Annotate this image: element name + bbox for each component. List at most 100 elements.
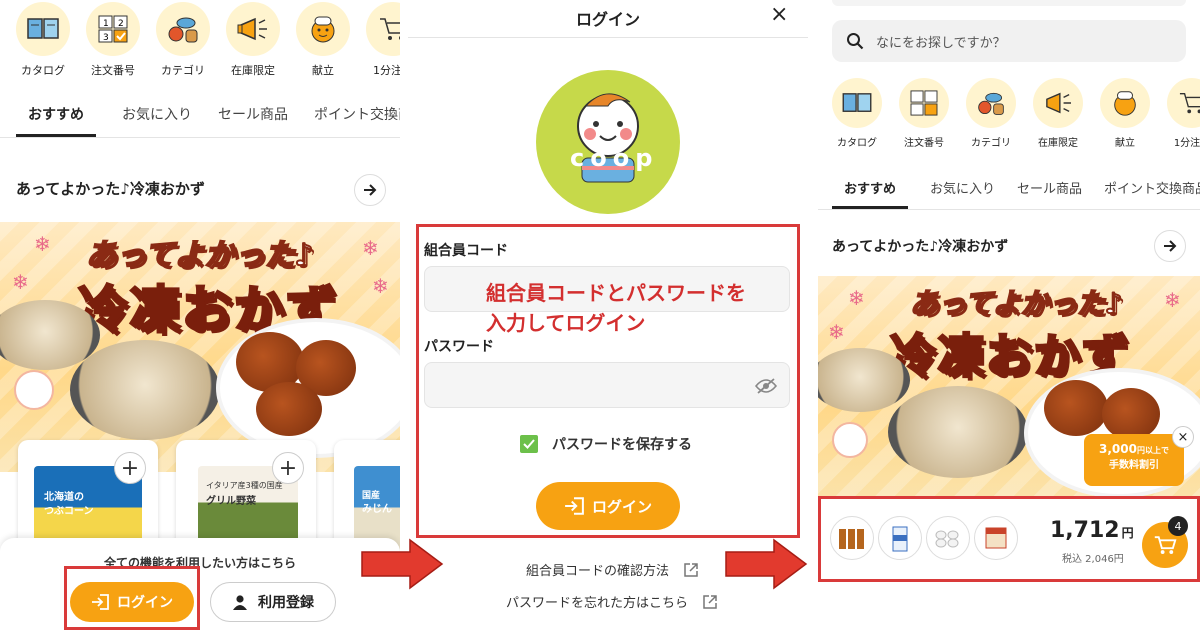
snowflake-icon: ❄ <box>1164 288 1181 312</box>
category-label: 在庫限定 <box>231 64 275 77</box>
section-title: あってよかった♪冷凍おかず <box>832 239 1009 255</box>
logo-text: coop <box>570 144 659 172</box>
red-arrow-icon <box>361 538 444 590</box>
forgot-password-link-text: パスワードを忘れた方はこちら <box>506 596 689 611</box>
search-placeholder: なにをお探しですか？ <box>876 35 1006 51</box>
category-label: 献立 <box>312 64 334 77</box>
tab-recommended[interactable]: おすすめ <box>16 104 96 137</box>
annotation-line: 入力してログイン <box>486 311 646 335</box>
snowflake-icon: ❄ <box>34 232 51 256</box>
tab-favorites[interactable]: お気に入り <box>122 104 192 137</box>
promo-text: 手数料割引 <box>1109 460 1159 471</box>
promo-close-icon[interactable]: × <box>1172 426 1194 448</box>
register-button[interactable]: 利用登録 <box>210 582 336 622</box>
category-catalog[interactable]: カタログ <box>14 2 72 78</box>
order-number-icon: 123 <box>86 2 140 56</box>
section-title: あってよかった♪冷凍おかず <box>16 180 205 198</box>
annotation-text: 組合員コードとパスワードを 入力してログイン <box>486 278 746 338</box>
package-text: グリル野菜 <box>206 496 256 507</box>
svg-text:2: 2 <box>118 19 124 29</box>
tab-points[interactable]: ポイント交換商品 <box>314 104 400 137</box>
tab-bar: おすすめ お気に入り セール商品 ポイント交換商品 <box>818 178 1200 210</box>
confirm-code-link[interactable]: 組合員コードの確認方法 <box>526 560 699 579</box>
add-to-cart-button[interactable]: + <box>272 452 304 484</box>
category-catalog[interactable]: カタログ <box>830 78 884 149</box>
feature-banner[interactable]: ❄ ❄ ❄ ❄ あってよかった♪ 冷凍おかず <box>0 222 400 472</box>
hamburg-steak <box>1102 388 1160 440</box>
category-order-number[interactable]: 123 注文番号 <box>84 2 142 78</box>
promo-unit: 円以上で <box>1136 446 1169 455</box>
arrow-right-icon <box>1164 240 1177 252</box>
password-input[interactable] <box>424 362 790 408</box>
snowflake-icon: ❄ <box>848 286 865 310</box>
noodle-bowl <box>888 386 1028 478</box>
menu-chef-icon <box>1100 78 1150 128</box>
register-button-label: 利用登録 <box>258 595 314 611</box>
tab-points[interactable]: ポイント交換商品 <box>1104 178 1200 209</box>
login-icon <box>565 497 584 515</box>
category-quick-order[interactable]: 1分注文 <box>364 2 400 78</box>
order-number-icon <box>899 78 949 128</box>
search-icon <box>847 33 864 50</box>
tab-favorites[interactable]: お気に入り <box>930 178 995 209</box>
package-text: イタリア産3種の国産 <box>206 481 283 490</box>
user-icon <box>233 595 247 610</box>
home-screen-after-login: なにをお探しですか？ カタログ 注文番号 カテゴリ 在庫限定 献立 1分注 おす… <box>818 0 1200 630</box>
red-arrow-icon <box>725 538 808 590</box>
check-icon <box>523 439 535 449</box>
forgot-password-link[interactable]: パスワードを忘れた方はこちら <box>506 592 718 611</box>
hamburg-steak <box>1044 380 1108 436</box>
home-screen-before-login: カタログ 123 注文番号 カテゴリ 在庫限定 献立 1分注 おすすめ お気に入… <box>0 0 400 630</box>
section-arrow-button[interactable] <box>1154 230 1186 262</box>
search-bar[interactable]: なにをお探しですか？ <box>832 20 1186 62</box>
promo-badge[interactable]: 3,000円以上で 手数料割引 <box>1084 434 1184 486</box>
eye-hidden-icon[interactable] <box>755 378 777 394</box>
quick-cart-icon <box>1167 78 1200 128</box>
tab-sale[interactable]: セール商品 <box>1017 178 1082 209</box>
snowflake-icon: ❄ <box>362 236 379 260</box>
submit-login-label: ログイン <box>591 497 652 516</box>
login-prompt-sheet: 全ての機能を利用したい方はこちら <box>0 538 400 630</box>
category-label: 献立 <box>1115 138 1135 149</box>
category-order-number[interactable]: 注文番号 <box>897 78 951 149</box>
hamburg-steak <box>256 382 322 436</box>
section-arrow-button[interactable] <box>354 174 386 206</box>
annotation-line: 組合員コードとパスワードを <box>486 281 746 305</box>
snowflake-icon: ❄ <box>828 320 845 344</box>
tab-sale[interactable]: セール商品 <box>218 104 288 137</box>
member-code-label: 組合員コード <box>424 243 508 259</box>
category-menu[interactable]: 献立 <box>294 2 352 78</box>
category-food-icon <box>156 2 210 56</box>
svg-text:3: 3 <box>103 33 109 43</box>
save-password-row[interactable]: パスワードを保存する <box>520 434 692 454</box>
package-text: つぶコーン <box>44 506 94 517</box>
category-limited-stock[interactable]: 在庫限定 <box>224 2 282 78</box>
close-icon[interactable]: × <box>770 2 788 27</box>
external-link-icon <box>703 594 717 609</box>
snowflake-icon: ❄ <box>12 270 29 294</box>
category-label: カタログ <box>21 64 65 77</box>
category-label: 1分注文 <box>373 64 400 77</box>
login-screen: ログイン × coop 組合員コード 組合員コードとパスワードを 入力してログイ… <box>408 0 808 630</box>
add-to-cart-button[interactable]: + <box>114 452 146 484</box>
catalog-book-icon <box>832 78 882 128</box>
category-label: 1分注文 <box>1173 138 1200 149</box>
save-password-label: パスワードを保存する <box>552 437 692 453</box>
category-quick-order[interactable]: 1分注文 <box>1165 78 1200 149</box>
category-food[interactable]: カテゴリ <box>154 2 212 78</box>
submit-login-button[interactable]: ログイン <box>536 482 680 530</box>
tab-recommended[interactable]: おすすめ <box>832 178 909 209</box>
category-menu[interactable]: 献立 <box>1098 78 1152 149</box>
svg-text:1: 1 <box>103 19 109 29</box>
category-limited-stock[interactable]: 在庫限定 <box>1031 78 1085 149</box>
mascot-character <box>832 422 868 458</box>
menu-chef-icon <box>296 2 350 56</box>
category-label: 在庫限定 <box>1038 138 1078 149</box>
password-label: パスワード <box>424 339 494 355</box>
quick-cart-icon <box>366 2 400 56</box>
checkbox-checked[interactable] <box>520 435 538 453</box>
package-text: 北海道の <box>44 492 84 503</box>
category-food[interactable]: カテゴリ <box>964 78 1018 149</box>
login-title: ログイン <box>575 10 640 29</box>
banner-title-line1: あってよかった♪ <box>909 286 1123 321</box>
